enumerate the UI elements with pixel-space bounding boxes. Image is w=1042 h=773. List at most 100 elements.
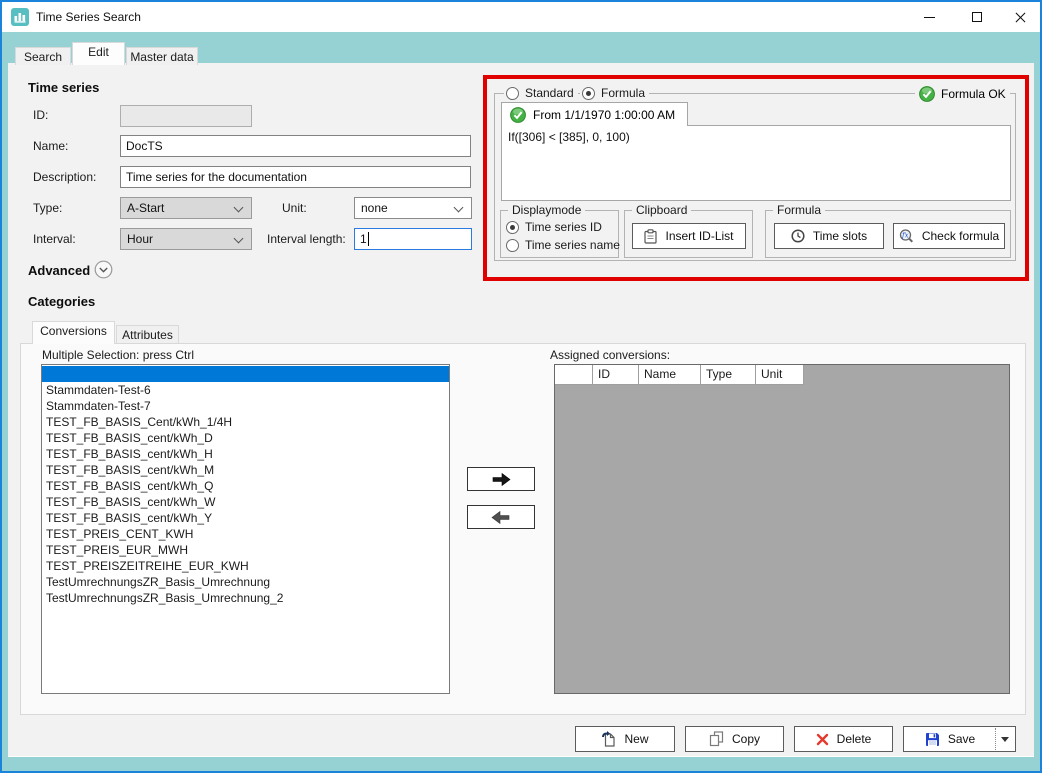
list-item[interactable]: TestUmrechnungsZR_Basis_Umrechnung xyxy=(42,574,449,590)
assign-right-button[interactable] xyxy=(467,467,535,491)
interval-label: Interval: xyxy=(33,232,76,246)
list-item[interactable]: TEST_PREIS_CENT_KWH xyxy=(42,526,449,542)
formula-group-legend: Formula xyxy=(773,203,825,217)
list-item[interactable]: TEST_FB_BASIS_cent/kWh_Q xyxy=(42,478,449,494)
maximize-button[interactable] xyxy=(954,2,999,32)
copy-button[interactable]: Copy xyxy=(685,726,784,752)
tab-edit-label: Edit xyxy=(88,45,109,65)
name-label: Name: xyxy=(33,139,68,153)
type-select[interactable]: A-Start xyxy=(120,197,252,219)
assigned-conversions-grid[interactable]: IDNameTypeUnit xyxy=(554,364,1010,694)
title-bar: Time Series Search xyxy=(2,2,1040,32)
new-button[interactable]: New xyxy=(575,726,675,752)
maximize-icon xyxy=(972,12,982,22)
svg-text:fx: fx xyxy=(901,231,909,239)
conversions-listbox[interactable]: Stammdaten-Test-6Stammdaten-Test-7TEST_F… xyxy=(41,364,450,694)
timeseries-id-radio[interactable]: Time series ID xyxy=(504,220,606,234)
list-item[interactable] xyxy=(42,366,449,382)
description-field[interactable]: Time series for the documentation xyxy=(120,166,471,188)
expander-chevron-icon[interactable] xyxy=(94,260,113,279)
list-item[interactable]: TestUmrechnungsZR_Basis_Umrechnung_2 xyxy=(42,590,449,606)
copy-icon xyxy=(709,731,724,747)
time-slots-label: Time slots xyxy=(813,229,867,243)
id-label: ID: xyxy=(33,108,48,122)
column-header[interactable]: Name xyxy=(639,365,701,385)
unit-select[interactable]: none xyxy=(354,197,472,219)
list-item[interactable]: TEST_FB_BASIS_cent/kWh_H xyxy=(42,446,449,462)
standard-radio-label: Standard xyxy=(525,86,574,100)
displaymode-legend: Displaymode xyxy=(508,203,585,217)
unassign-left-button[interactable] xyxy=(467,505,535,529)
insert-id-list-button[interactable]: Insert ID-List xyxy=(632,223,746,249)
check-ok-icon xyxy=(919,86,935,102)
description-label: Description: xyxy=(33,170,96,184)
delete-x-icon xyxy=(816,733,829,746)
formula-from-tab[interactable]: From 1/1/1970 1:00:00 AM xyxy=(501,102,688,126)
minimize-button[interactable] xyxy=(907,2,952,32)
window: Time Series Search Search Edit Master da… xyxy=(0,0,1042,773)
formula-radio-label: Formula xyxy=(601,86,645,100)
caret-down-icon xyxy=(1001,737,1009,742)
tab-search-label: Search xyxy=(24,50,62,65)
multiple-selection-hint: Multiple Selection: press Ctrl xyxy=(42,348,194,362)
tab-master-data-label: Master data xyxy=(130,50,193,65)
clock-icon xyxy=(791,229,805,243)
interval-length-label: Interval length: xyxy=(267,232,346,246)
tab-conversions[interactable]: Conversions xyxy=(32,321,115,344)
interval-length-field[interactable]: 1 xyxy=(354,228,472,250)
save-button[interactable]: Save xyxy=(903,726,1016,752)
chevron-down-icon xyxy=(454,203,464,213)
name-field[interactable]: DocTS xyxy=(120,135,471,157)
chevron-down-icon xyxy=(234,203,244,213)
list-item[interactable]: TEST_FB_BASIS_cent/kWh_D xyxy=(42,430,449,446)
formula-check-icon: fx xyxy=(899,229,914,244)
timeseries-name-radio[interactable]: Time series name xyxy=(504,238,624,252)
arrow-right-icon xyxy=(489,472,513,487)
interval-select[interactable]: Hour xyxy=(120,228,252,250)
assigned-table-header: IDNameTypeUnit xyxy=(555,365,804,385)
type-label: Type: xyxy=(33,201,62,215)
advanced-heading: Advanced xyxy=(28,263,90,278)
radio-icon xyxy=(506,87,519,100)
delete-button[interactable]: Delete xyxy=(794,726,893,752)
standard-radio[interactable]: Standard xyxy=(504,86,578,100)
timeseries-name-radio-label: Time series name xyxy=(525,238,620,252)
new-document-icon xyxy=(601,731,616,747)
tab-attributes[interactable]: Attributes xyxy=(116,325,179,343)
tab-search[interactable]: Search xyxy=(15,47,71,65)
list-item[interactable]: Stammdaten-Test-6 xyxy=(42,382,449,398)
check-formula-button[interactable]: fx Check formula xyxy=(893,223,1005,249)
column-header[interactable]: Unit xyxy=(756,365,804,385)
radio-icon xyxy=(506,239,519,252)
tab-edit[interactable]: Edit xyxy=(72,42,125,65)
list-item[interactable]: TEST_PREISZEITREIHE_EUR_KWH xyxy=(42,558,449,574)
column-header[interactable]: Type xyxy=(701,365,756,385)
from-tab-label: From 1/1/1970 1:00:00 AM xyxy=(533,108,675,122)
arrow-left-icon xyxy=(489,510,513,525)
list-item[interactable]: TEST_FB_BASIS_cent/kWh_W xyxy=(42,494,449,510)
list-item[interactable]: TEST_FB_BASIS_cent/kWh_M xyxy=(42,462,449,478)
app-icon xyxy=(11,8,29,26)
save-dropdown-button[interactable] xyxy=(995,728,1014,750)
column-header[interactable]: ID xyxy=(593,365,639,385)
close-button[interactable] xyxy=(998,2,1042,32)
column-header[interactable] xyxy=(555,365,593,385)
time-slots-button[interactable]: Time slots xyxy=(774,223,884,249)
check-ok-icon xyxy=(510,107,526,123)
save-button-label: Save xyxy=(948,732,975,746)
formula-ok-label: Formula OK xyxy=(941,87,1006,101)
tab-attributes-label: Attributes xyxy=(122,328,173,343)
clipboard-legend: Clipboard xyxy=(632,203,691,217)
formula-textarea[interactable]: If([306] < [385], 0, 100) xyxy=(501,125,1011,201)
close-icon xyxy=(1014,11,1027,24)
list-item[interactable]: TEST_PREIS_EUR_MWH xyxy=(42,542,449,558)
list-item[interactable]: TEST_FB_BASIS_cent/kWh_Y xyxy=(42,510,449,526)
new-button-label: New xyxy=(624,732,648,746)
list-item[interactable]: Stammdaten-Test-7 xyxy=(42,398,449,414)
assigned-conversions-label: Assigned conversions: xyxy=(550,348,670,362)
formula-radio[interactable]: Formula xyxy=(580,86,649,100)
unit-label: Unit: xyxy=(282,201,307,215)
delete-button-label: Delete xyxy=(837,732,872,746)
list-item[interactable]: TEST_FB_BASIS_Cent/kWh_1/4H xyxy=(42,414,449,430)
tab-master-data[interactable]: Master data xyxy=(126,47,198,65)
